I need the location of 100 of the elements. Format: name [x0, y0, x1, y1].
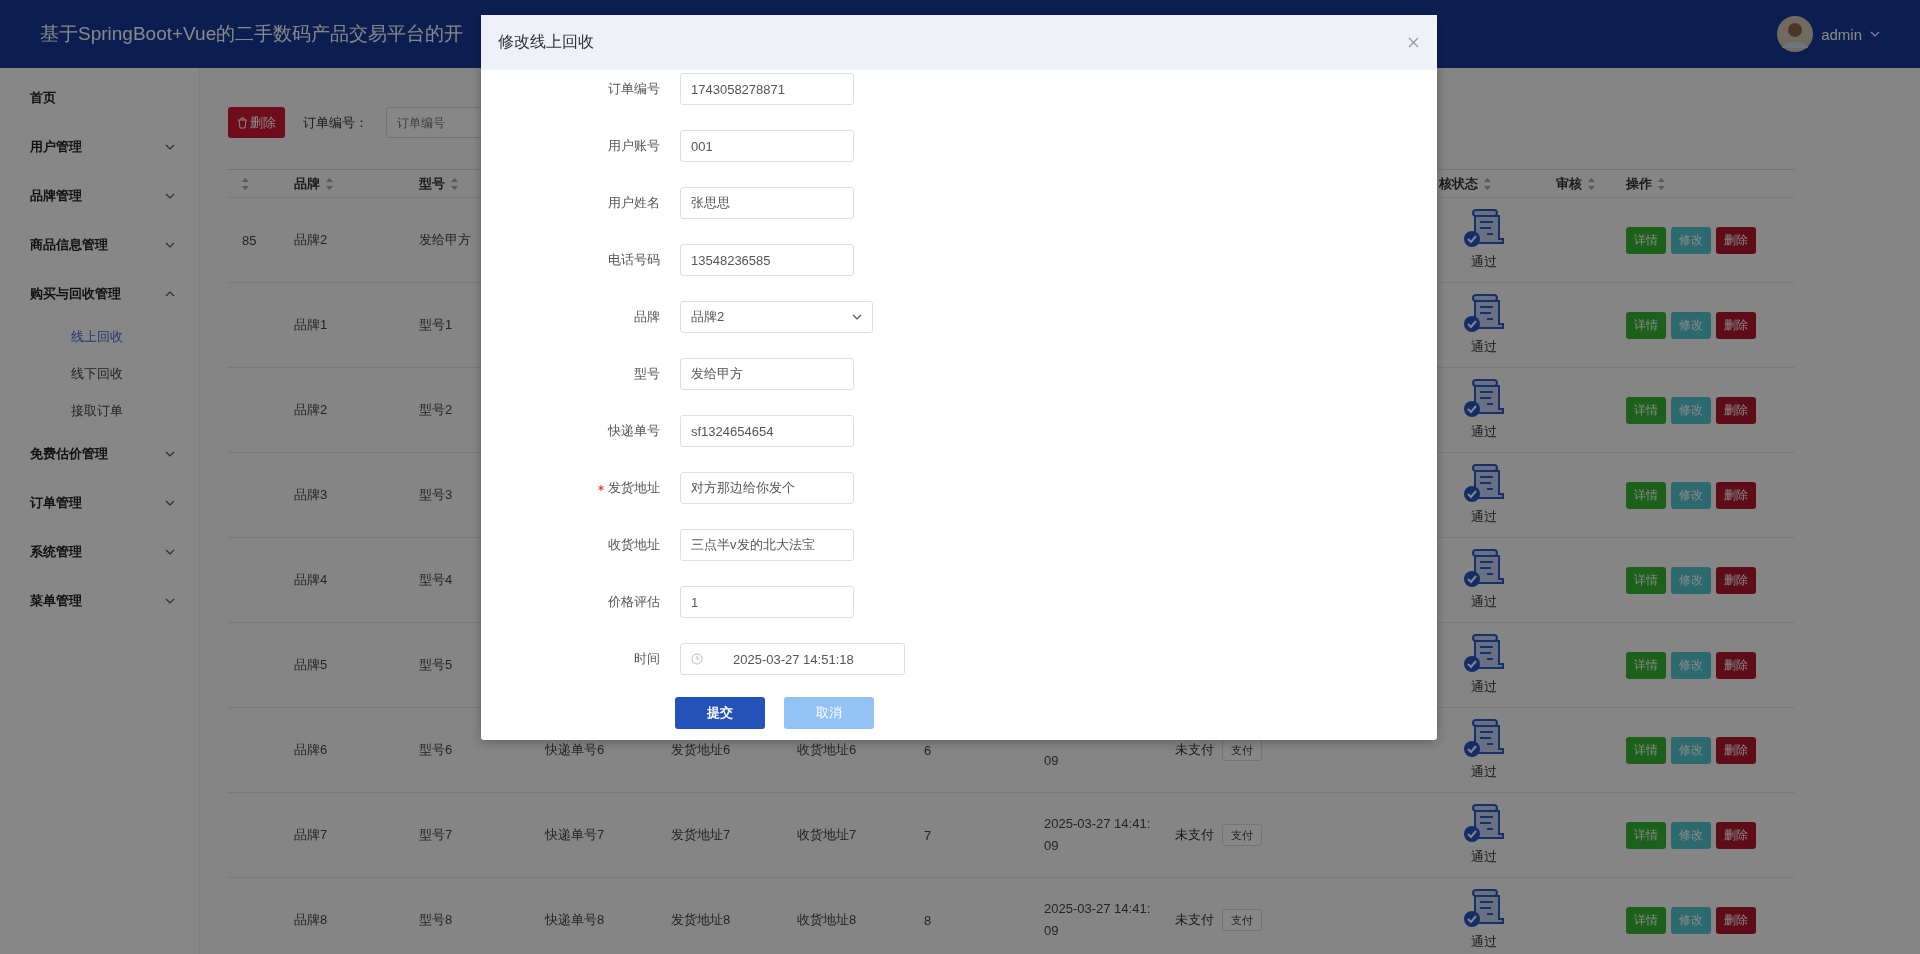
- sidebar-subitem[interactable]: 线上回收: [0, 318, 199, 355]
- close-icon[interactable]: [1408, 37, 1419, 48]
- dialog-title: 修改线上回收: [498, 32, 594, 52]
- pay-button[interactable]: 支付: [1222, 909, 1262, 931]
- sidebar-item[interactable]: 用户管理: [0, 122, 199, 171]
- input-field[interactable]: 1: [680, 586, 854, 618]
- sidebar-item[interactable]: 菜单管理: [0, 576, 199, 625]
- field-label: 用户账号: [608, 137, 660, 155]
- sort-icon[interactable]: [242, 177, 249, 190]
- sidebar-subitem[interactable]: 线下回收: [0, 355, 199, 392]
- input-field[interactable]: 13548236585: [680, 244, 854, 276]
- payment-status: 未支付: [1175, 911, 1214, 929]
- table-cell-text: 品牌8: [293, 911, 329, 929]
- sidebar-item[interactable]: 免费估价管理: [0, 429, 199, 478]
- input-field[interactable]: 张思思: [680, 187, 854, 219]
- table-cell-text: 型号3: [418, 486, 454, 504]
- document-check-icon: [1462, 379, 1505, 419]
- delete-button[interactable]: 删除: [1716, 226, 1756, 254]
- search-label: 订单编号：: [303, 113, 368, 132]
- input-field[interactable]: sf1324654654: [680, 415, 854, 447]
- field-label: 发货地址: [608, 479, 660, 497]
- table-cell-text: 发给甲方: [418, 231, 472, 249]
- chevron-icon: [165, 450, 175, 457]
- field-label: 用户姓名: [608, 194, 660, 212]
- column-header: 核状态: [1439, 174, 1478, 193]
- sidebar-item[interactable]: 商品信息管理: [0, 220, 199, 269]
- table-cell-text: 型号1: [418, 316, 454, 334]
- sidebar-subitem[interactable]: 接取订单: [0, 392, 199, 429]
- sort-icon[interactable]: [1658, 177, 1665, 190]
- input-field[interactable]: 001: [680, 130, 854, 162]
- input-field[interactable]: 发给甲方: [680, 358, 854, 390]
- detail-button[interactable]: 详情: [1626, 906, 1666, 934]
- table-cell-text: 品牌2: [293, 401, 329, 419]
- sidebar-item[interactable]: 购买与回收管理: [0, 269, 199, 318]
- detail-button[interactable]: 详情: [1626, 396, 1666, 424]
- delete-button[interactable]: 删除: [1716, 481, 1756, 509]
- sidebar-item[interactable]: 订单管理: [0, 478, 199, 527]
- table-cell-text: 快递单号8: [544, 911, 606, 929]
- sidebar-item[interactable]: 系统管理: [0, 527, 199, 576]
- chevron-icon: [165, 548, 175, 555]
- caret-icon[interactable]: [1870, 31, 1880, 37]
- delete-button[interactable]: 删除: [1716, 311, 1756, 339]
- table-cell-text: 快递单号7: [544, 826, 606, 844]
- input-field[interactable]: 1743058278871: [680, 73, 854, 105]
- column-header: 品牌: [294, 174, 320, 193]
- pay-button[interactable]: 支付: [1222, 824, 1262, 846]
- table-cell-text: 品牌7: [293, 826, 329, 844]
- field-label: 收货地址: [608, 536, 660, 554]
- detail-button[interactable]: 详情: [1626, 821, 1666, 849]
- detail-button[interactable]: 详情: [1626, 651, 1666, 679]
- delete-button[interactable]: 删除: [1716, 651, 1756, 679]
- table-cell-text: 品牌3: [293, 486, 329, 504]
- field-label: 型号: [634, 365, 660, 383]
- table-cell-text: 品牌5: [293, 656, 329, 674]
- document-check-icon: [1462, 549, 1505, 589]
- field-label: 时间: [634, 650, 660, 668]
- table-cell-text: 品牌2: [293, 231, 329, 249]
- delete-button[interactable]: 删除: [1716, 566, 1756, 594]
- detail-button[interactable]: 详情: [1626, 736, 1666, 764]
- table-cell-text: 型号2: [418, 401, 454, 419]
- chevron-icon: [852, 314, 862, 320]
- field-label: 价格评估: [608, 593, 660, 611]
- delete-button[interactable]: 删除: [228, 107, 285, 138]
- input-field[interactable]: 三点半v发的北大法宝: [680, 529, 854, 561]
- field-label: 订单编号: [608, 80, 660, 98]
- payment-status: 未支付: [1175, 741, 1214, 759]
- trash-icon: [237, 116, 248, 129]
- review-status: 通过: [1470, 763, 1497, 781]
- payment-status: 未支付: [1175, 826, 1214, 844]
- column-header: 操作: [1626, 174, 1652, 193]
- table-cell-text: 6: [923, 742, 933, 758]
- table-cell-text: 型号5: [418, 656, 454, 674]
- sort-icon[interactable]: [451, 177, 458, 190]
- delete-button[interactable]: 删除: [1716, 396, 1756, 424]
- table-cell-text: 型号6: [418, 741, 454, 759]
- sort-icon[interactable]: [1588, 177, 1595, 190]
- date-field[interactable]: 2025-03-27 14:51:18: [680, 643, 905, 675]
- detail-button[interactable]: 详情: [1626, 311, 1666, 339]
- table-cell-text: 型号7: [418, 826, 454, 844]
- sort-icon[interactable]: [326, 177, 333, 190]
- detail-button[interactable]: 详情: [1626, 226, 1666, 254]
- pay-button[interactable]: 支付: [1222, 739, 1262, 761]
- user-menu[interactable]: admin: [1821, 25, 1862, 43]
- document-check-icon: [1462, 464, 1505, 504]
- document-check-icon: [1462, 889, 1505, 929]
- input-field[interactable]: 对方那边给你发个: [680, 472, 854, 504]
- column-header: 型号: [419, 174, 445, 193]
- sidebar-item[interactable]: 首页: [0, 73, 199, 122]
- delete-button[interactable]: 删除: [1716, 906, 1756, 934]
- delete-button[interactable]: 删除: [1716, 821, 1756, 849]
- detail-button[interactable]: 详情: [1626, 481, 1666, 509]
- table-cell-text: 8: [923, 912, 933, 928]
- delete-button[interactable]: 删除: [1716, 736, 1756, 764]
- sort-icon[interactable]: [1484, 177, 1491, 190]
- detail-button[interactable]: 详情: [1626, 566, 1666, 594]
- brand-select[interactable]: 品牌2: [680, 301, 873, 333]
- table-cell-text: 品牌1: [293, 316, 329, 334]
- submit-button[interactable]: 提交: [675, 697, 765, 729]
- table-cell-text: 收货地址6: [796, 741, 858, 759]
- sidebar-item[interactable]: 品牌管理: [0, 171, 199, 220]
